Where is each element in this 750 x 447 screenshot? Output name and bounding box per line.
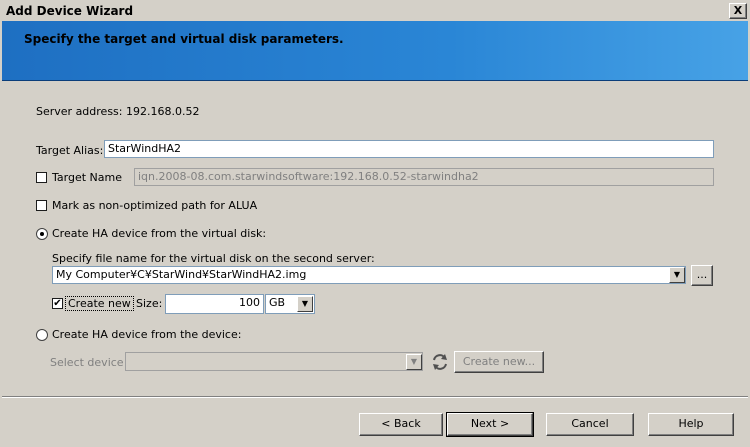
refresh-button[interactable] (430, 352, 450, 372)
size-label: Size: (136, 297, 163, 310)
window-title: Add Device Wizard (6, 4, 134, 18)
refresh-icon (433, 354, 447, 370)
size-unit-value: GB (269, 296, 286, 309)
target-alias-input[interactable]: StarWindHA2 (104, 140, 714, 158)
create-new-label: Create new (65, 296, 134, 311)
file-name-label: Specify file name for the virtual disk o… (52, 252, 375, 265)
alua-label: Mark as non-optimized path for ALUA (52, 199, 258, 212)
create-new-device-button[interactable]: Create new... (454, 351, 544, 373)
next-button-label: Next > (470, 417, 510, 430)
target-alias-label: Target Alias: (36, 144, 104, 157)
next-button[interactable]: Next > (446, 412, 534, 437)
back-button-label: < Back (381, 417, 421, 430)
select-device-dropdown-button[interactable]: ▼ (406, 354, 422, 370)
virtual-disk-radio-label: Create HA device from the virtual disk: (52, 227, 267, 240)
help-button-label: Help (678, 417, 704, 430)
virtual-disk-radio[interactable] (36, 228, 48, 240)
size-unit-dropdown-button[interactable]: ▼ (297, 296, 313, 312)
server-address-label: Server address: 192.168.0.52 (36, 105, 200, 118)
chevron-down-icon: ▼ (410, 357, 418, 366)
checkmark-icon: ✔ (53, 298, 62, 309)
cancel-button-label: Cancel (571, 417, 609, 430)
device-radio-label: Create HA device from the device: (52, 328, 242, 341)
alua-checkbox[interactable] (36, 200, 47, 211)
file-name-dropdown-button[interactable]: ▼ (669, 267, 685, 283)
file-name-value: My Computer¥C¥StarWind¥StarWindHA2.img (56, 268, 307, 281)
select-device-label: Select device (50, 356, 124, 369)
title-bar: Add Device Wizard X (0, 0, 750, 21)
close-button[interactable]: X (729, 3, 747, 19)
cancel-button[interactable]: Cancel (546, 413, 634, 436)
device-radio[interactable] (36, 329, 48, 341)
footer-separator (2, 396, 748, 398)
select-device-combo[interactable] (125, 352, 423, 371)
create-new-checkbox[interactable]: ✔ (52, 298, 63, 309)
file-name-combo[interactable]: My Computer¥C¥StarWind¥StarWindHA2.img (52, 266, 686, 284)
back-button[interactable]: < Back (359, 413, 443, 436)
target-name-checkbox[interactable] (36, 172, 47, 183)
target-name-input[interactable]: iqn.2008-08.com.starwindsoftware:192.168… (134, 168, 714, 186)
banner-title: Specify the target and virtual disk para… (24, 32, 344, 46)
size-input[interactable]: 100 (165, 294, 264, 314)
chevron-down-icon: ▼ (673, 270, 681, 279)
browse-button[interactable]: ... (691, 265, 713, 286)
header-banner: Specify the target and virtual disk para… (2, 21, 748, 81)
help-button[interactable]: Help (648, 413, 734, 436)
close-icon: X (733, 4, 743, 17)
chevron-down-icon: ▼ (301, 299, 309, 308)
target-name-label: Target Name (52, 171, 122, 184)
